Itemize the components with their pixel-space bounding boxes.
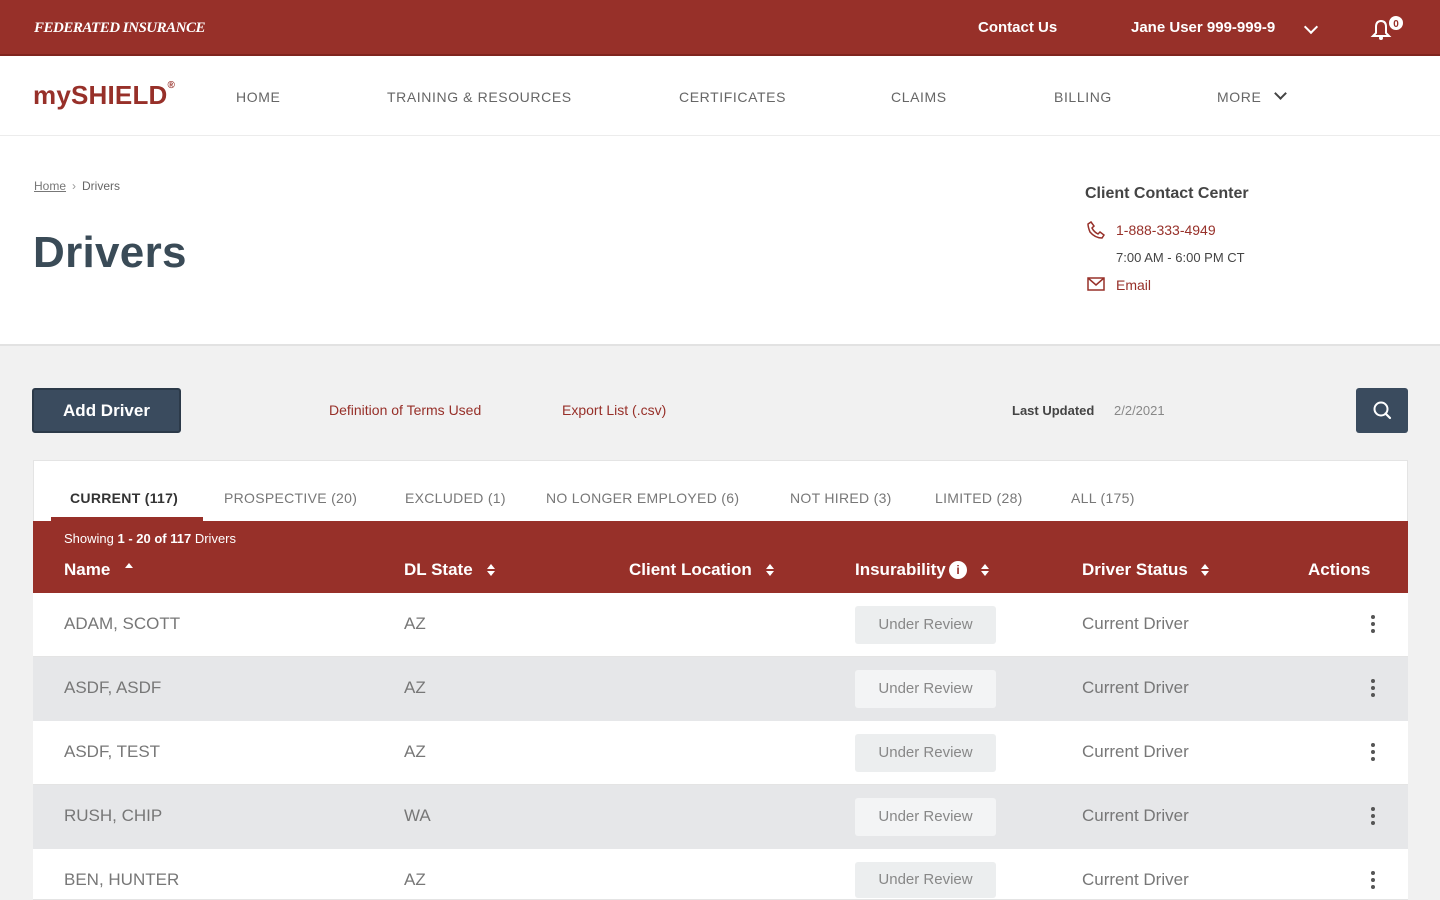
sort-icon[interactable] [486,562,496,578]
tab-prospective[interactable]: PROSPECTIVE (20) [224,490,357,506]
notification-count: 0 [1393,19,1399,30]
driver-status: Current Driver [1082,678,1189,697]
dl-state: AZ [404,614,426,633]
nav-training-resources[interactable]: TRAINING & RESOURCES [387,89,572,105]
bell-icon: 0 [1370,16,1403,40]
row-actions-menu-icon[interactable] [1367,807,1379,827]
driver-name[interactable]: BEN, HUNTER [64,870,179,890]
insurability-badge: Under Review [855,734,996,772]
export-list-link[interactable]: Export List (.csv) [562,402,666,418]
last-updated-value: 2/2/2021 [1114,403,1165,418]
breadcrumb-separator: › [72,179,77,193]
tab-not-hired[interactable]: NOT HIRED (3) [790,490,892,506]
nav-claims[interactable]: CLAIMS [891,89,947,105]
row-actions-menu-icon[interactable] [1367,679,1379,699]
driver-status: Current Driver [1082,806,1189,825]
dl-state: WA [404,806,431,825]
notification-bell[interactable]: 0 [1370,16,1406,42]
federated-insurance-logo: FEDERATED INSURANCE [34,20,205,36]
contact-phone-link[interactable]: 1-888-333-4949 [1116,222,1216,238]
main-nav: mySHIELD® HOME TRAINING & RESOURCES CERT… [0,56,1440,136]
column-header-dl-state[interactable]: DL State [404,560,473,580]
insurability-badge: Under Review [855,606,996,644]
sort-ascending-icon[interactable] [124,561,134,577]
add-driver-button[interactable]: Add Driver [32,388,181,433]
driver-name[interactable]: ADAM, SCOTT [64,614,180,634]
tab-no-longer-employed[interactable]: NO LONGER EMPLOYED (6) [546,490,739,506]
dl-state: AZ [404,870,426,889]
insurability-badge: Under Review [855,670,996,708]
table-row[interactable]: ASDF, TEST AZ Under Review Current Drive… [33,721,1408,785]
search-icon [1373,401,1392,420]
user-menu[interactable]: Jane User 999-999-9 [1131,19,1275,36]
table-row[interactable]: ADAM, SCOTT AZ Under Review Current Driv… [33,593,1408,657]
showing-count: Showing 1 - 20 of 117 Drivers [64,531,237,546]
chevron-down-icon[interactable] [1303,19,1319,35]
page-title: Drivers [33,228,187,277]
driver-name[interactable]: ASDF, TEST [64,742,160,762]
column-header-actions: Actions [1308,560,1371,579]
column-header-insurability[interactable]: Insurability [855,560,946,580]
column-header-driver-status[interactable]: Driver Status [1082,560,1188,580]
dl-state: AZ [404,678,426,697]
column-header-name[interactable]: Name [64,560,110,580]
contact-email-link[interactable]: Email [1116,277,1151,293]
dl-state: AZ [404,742,426,761]
sort-icon[interactable] [1200,562,1210,578]
top-bar: FEDERATED INSURANCE Contact Us Jane User… [0,0,1440,56]
table-row[interactable]: RUSH, CHIP WA Under Review Current Drive… [33,785,1408,849]
table-row[interactable]: BEN, HUNTER AZ Under Review Current Driv… [33,849,1408,900]
driver-name[interactable]: RUSH, CHIP [64,806,162,826]
tab-current[interactable]: CURRENT (117) [70,490,178,506]
definition-of-terms-link[interactable]: Definition of Terms Used [329,402,481,418]
nav-billing[interactable]: BILLING [1054,89,1112,105]
row-actions-menu-icon[interactable] [1367,615,1379,635]
sort-icon[interactable] [980,562,990,578]
tab-limited[interactable]: LIMITED (28) [935,490,1023,506]
insurability-badge: Under Review [855,862,996,898]
myshield-logo[interactable]: mySHIELD® [33,80,175,111]
nav-certificates[interactable]: CERTIFICATES [679,89,786,105]
row-actions-menu-icon[interactable] [1367,743,1379,763]
table-row[interactable]: ASDF, ASDF AZ Under Review Current Drive… [33,657,1408,721]
sort-icon[interactable] [765,562,775,578]
contact-hours: 7:00 AM - 6:00 PM CT [1116,250,1245,265]
breadcrumb-home[interactable]: Home [34,179,66,193]
tab-excluded[interactable]: EXCLUDED (1) [405,490,506,506]
info-icon[interactable]: i [949,561,967,579]
phone-icon [1087,221,1105,239]
last-updated-label: Last Updated [1012,403,1095,418]
nav-more[interactable]: MORE [1217,89,1261,105]
mail-icon [1087,277,1105,291]
search-button[interactable] [1356,388,1408,433]
nav-home[interactable]: HOME [236,89,280,105]
table-header [33,521,1408,593]
contact-us-link[interactable]: Contact Us [978,19,1057,36]
breadcrumb-current: Drivers [82,179,121,193]
insurability-badge: Under Review [855,798,996,836]
driver-name[interactable]: ASDF, ASDF [64,678,161,698]
driver-status: Current Driver [1082,614,1189,633]
breadcrumb: Home › Drivers [34,179,120,193]
driver-status: Current Driver [1082,870,1189,889]
chevron-down-icon[interactable] [1274,87,1287,100]
tab-all[interactable]: ALL (175) [1071,490,1135,506]
contact-center-title: Client Contact Center [1085,185,1249,202]
row-actions-menu-icon[interactable] [1367,871,1379,891]
column-header-client-location[interactable]: Client Location [629,560,752,580]
driver-status: Current Driver [1082,742,1189,761]
